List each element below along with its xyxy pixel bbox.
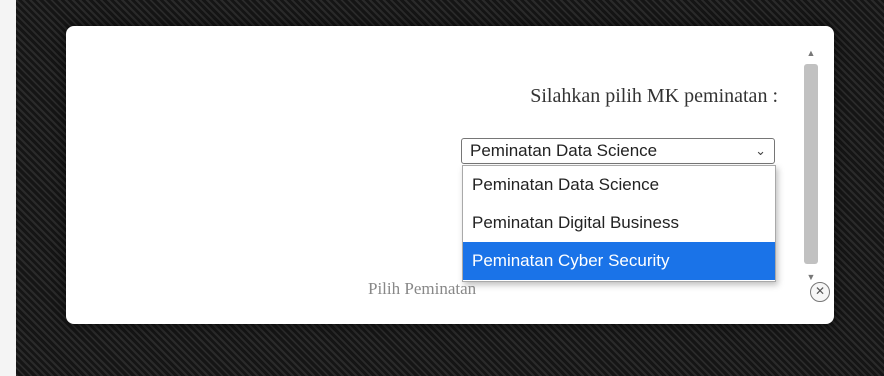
submit-peminatan-button[interactable]: Pilih Peminatan: [368, 279, 476, 299]
scrollbar-thumb[interactable]: [804, 64, 818, 264]
peminatan-select[interactable]: Peminatan Data Science ⌄: [461, 138, 775, 164]
select-current-value: Peminatan Data Science: [470, 141, 658, 160]
chevron-down-icon: ⌄: [755, 143, 766, 158]
close-icon[interactable]: ✕: [810, 282, 830, 302]
option-data-science[interactable]: Peminatan Data Science: [463, 166, 775, 204]
peminatan-dropdown-list: Peminatan Data Science Peminatan Digital…: [462, 165, 776, 282]
option-digital-business[interactable]: Peminatan Digital Business: [463, 204, 775, 242]
scroll-up-icon[interactable]: ▲: [802, 44, 820, 62]
option-cyber-security[interactable]: Peminatan Cyber Security: [463, 242, 775, 280]
dialog-scrollbar[interactable]: ▲ ▼: [802, 44, 820, 286]
peminatan-dialog: Silahkan pilih MK peminatan : Peminatan …: [66, 26, 834, 324]
page-edge: [0, 0, 16, 376]
dialog-prompt: Silahkan pilih MK peminatan :: [530, 85, 778, 107]
